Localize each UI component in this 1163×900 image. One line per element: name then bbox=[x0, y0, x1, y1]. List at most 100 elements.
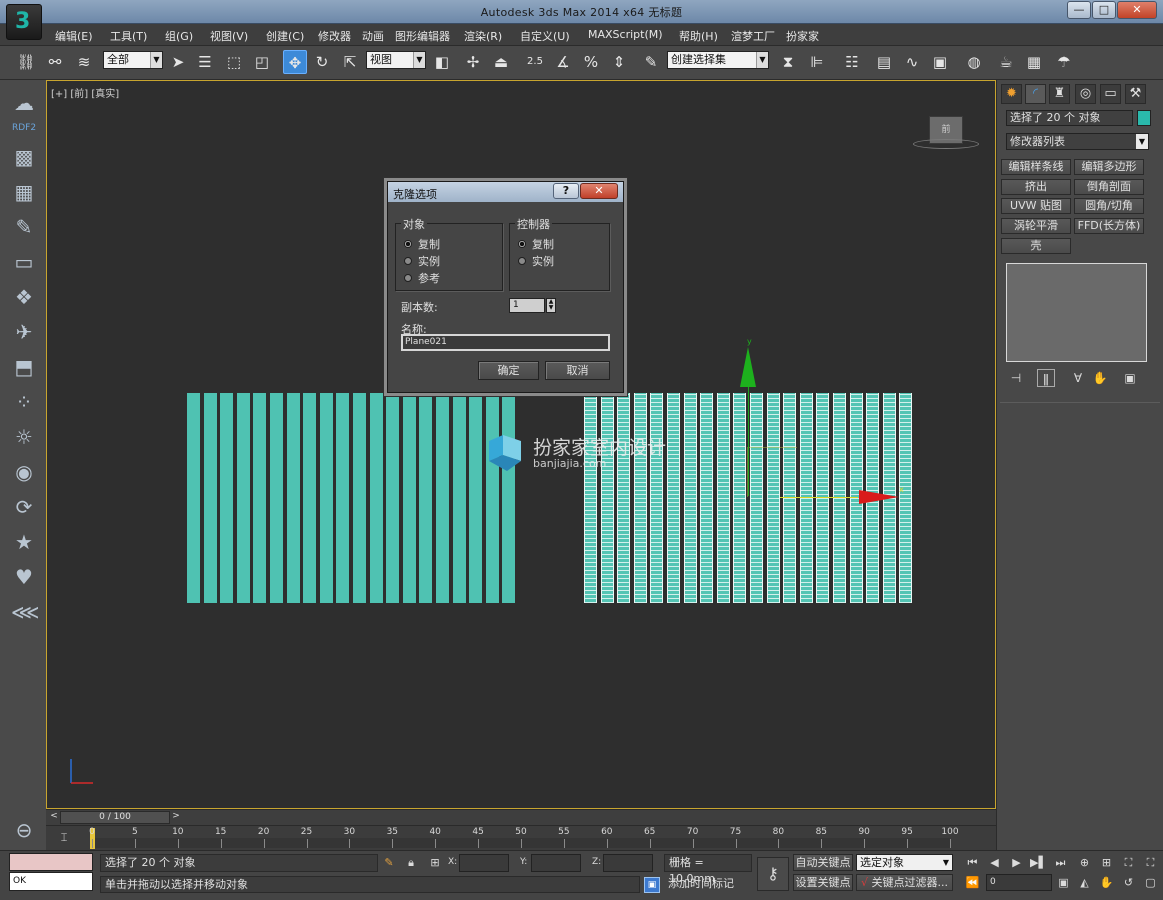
wood-slat[interactable] bbox=[220, 393, 234, 603]
wood-slat[interactable] bbox=[270, 393, 283, 603]
object-instance-radio[interactable]: 实例 bbox=[404, 253, 440, 268]
wood-slat[interactable] bbox=[816, 393, 830, 603]
manipulate-icon[interactable]: ✢ bbox=[461, 50, 485, 74]
wood-slat[interactable] bbox=[236, 393, 250, 603]
reference-coord-dropdown[interactable]: 视图 ▼ bbox=[366, 51, 426, 69]
add-time-tag-button[interactable]: 添加时间标记 bbox=[664, 876, 752, 893]
wood-slat[interactable] bbox=[452, 393, 466, 603]
wood-slat[interactable] bbox=[584, 393, 597, 603]
selection-name-field[interactable]: 选择了 20 个 对象 bbox=[1006, 110, 1133, 126]
percent-snap-icon[interactable]: % bbox=[579, 50, 603, 74]
show-end-result-icon[interactable]: ǁ bbox=[1037, 369, 1055, 387]
bevel-profile-button[interactable]: 倒角剖面 bbox=[1074, 179, 1144, 195]
move-gizmo-y-axis[interactable] bbox=[748, 376, 749, 496]
extrude-button[interactable]: 挤出 bbox=[1001, 179, 1071, 195]
motion-tab-icon[interactable]: ◎ bbox=[1075, 84, 1096, 104]
image-icon[interactable]: ▩ bbox=[11, 144, 37, 170]
edit-poly-button[interactable]: 编辑多边形 bbox=[1074, 159, 1144, 175]
wood-slat[interactable] bbox=[369, 393, 383, 603]
fillet-chamfer-button[interactable]: 圆角/切角 bbox=[1074, 198, 1144, 214]
move-gizmo-x-axis[interactable] bbox=[780, 497, 858, 498]
menu-rendering[interactable]: 渲染(R) bbox=[464, 28, 502, 44]
diamond-grid-icon[interactable]: ❖ bbox=[11, 284, 37, 310]
select-object-icon[interactable]: ➤ bbox=[166, 50, 190, 74]
hierarchy-tab-icon[interactable]: ♜ bbox=[1049, 84, 1070, 104]
utilities-tab-icon[interactable]: ⚒ bbox=[1125, 84, 1146, 104]
go-to-start-icon[interactable]: ⏮ bbox=[964, 854, 981, 871]
make-unique-icon[interactable]: ∀ bbox=[1069, 369, 1087, 387]
wood-slat[interactable] bbox=[353, 393, 366, 603]
copies-input[interactable]: 1 bbox=[509, 298, 545, 313]
close-button[interactable]: ✕ bbox=[1117, 1, 1157, 19]
scene-explorer-icon[interactable]: ▤ bbox=[872, 50, 896, 74]
cancel-button[interactable]: 取消 bbox=[545, 361, 610, 380]
airplane-icon[interactable]: ✈ bbox=[11, 319, 37, 345]
dialog-help-button[interactable]: ? bbox=[553, 183, 579, 199]
link-icon[interactable]: ⛓ bbox=[14, 50, 38, 74]
time-config-icon[interactable]: ▣ bbox=[1055, 874, 1072, 891]
time-next-button[interactable]: > bbox=[170, 811, 182, 824]
y-coordinate-field[interactable] bbox=[531, 854, 581, 872]
viewport-label[interactable]: [+] [前] [真实] bbox=[51, 85, 119, 100]
rdf-plugin-icon[interactable]: ☁ bbox=[11, 90, 37, 116]
edit-spline-button[interactable]: 编辑样条线 bbox=[1001, 159, 1071, 175]
configure-sets-icon[interactable]: ▣ bbox=[1121, 369, 1139, 387]
create-tab-icon[interactable]: ✹ bbox=[1001, 84, 1022, 104]
unlink-icon[interactable]: ⚯ bbox=[43, 50, 67, 74]
name-input[interactable]: Plane021 bbox=[401, 334, 610, 351]
camera-icon[interactable]: ◉ bbox=[11, 459, 37, 485]
minimize-button[interactable]: — bbox=[1067, 1, 1091, 19]
bind-spacewarp-icon[interactable]: ≋ bbox=[72, 50, 96, 74]
turbosmooth-button[interactable]: 涡轮平滑 bbox=[1001, 218, 1071, 234]
z-coordinate-field[interactable] bbox=[603, 854, 653, 872]
wood-slat[interactable] bbox=[502, 393, 516, 603]
wood-slat[interactable] bbox=[319, 393, 333, 603]
set-key-icon[interactable]: ⚷ bbox=[757, 857, 789, 891]
menu-help[interactable]: 帮助(H) bbox=[679, 28, 718, 44]
next-frame-icon[interactable]: ▶▌ bbox=[1030, 854, 1047, 871]
maximize-button[interactable]: □ bbox=[1092, 1, 1116, 19]
menu-banjiajia[interactable]: 扮家家 bbox=[786, 28, 819, 44]
time-slider-thumb[interactable]: 0 / 100 bbox=[60, 811, 170, 824]
wood-slat[interactable] bbox=[402, 393, 416, 603]
selection-lock-icon[interactable]: 🔒︎ bbox=[403, 854, 419, 872]
heart-icon[interactable]: ♥ bbox=[11, 564, 37, 590]
curve-editor-icon[interactable]: ∿ bbox=[900, 50, 924, 74]
controller-instance-radio[interactable]: 实例 bbox=[518, 253, 554, 268]
schematic-view-icon[interactable]: ▣ bbox=[928, 50, 952, 74]
wood-slat[interactable] bbox=[733, 393, 747, 603]
mirror-icon[interactable]: ⧗ bbox=[776, 50, 800, 74]
menu-maxscript[interactable]: MAXScript(M) bbox=[588, 28, 663, 41]
menu-modifiers[interactable]: 修改器 bbox=[318, 28, 351, 44]
wood-slat[interactable] bbox=[617, 393, 631, 603]
menu-graph-editors[interactable]: 图形编辑器 bbox=[395, 28, 450, 44]
wood-slat[interactable] bbox=[187, 393, 200, 603]
menu-group[interactable]: 组(G) bbox=[165, 28, 193, 44]
wood-slat[interactable] bbox=[253, 393, 267, 603]
menu-animation[interactable]: 动画 bbox=[362, 28, 384, 44]
key-mode-icon[interactable]: ⏪ bbox=[964, 874, 981, 891]
zoom-extents-all-icon[interactable]: ⛶ bbox=[1142, 854, 1159, 871]
remove-modifier-icon[interactable]: ✋ bbox=[1091, 369, 1109, 387]
spinner-snap-icon[interactable]: ⇕ bbox=[607, 50, 631, 74]
view-cube-ring[interactable] bbox=[913, 139, 979, 149]
track-bar-toggle-icon[interactable]: ⌶ bbox=[56, 830, 72, 846]
wood-slat[interactable] bbox=[750, 393, 763, 603]
copies-spinner[interactable]: ▲ ▼ bbox=[546, 298, 556, 313]
maxscript-listener-input[interactable] bbox=[9, 853, 93, 871]
zoom-all-icon[interactable]: ⊞ bbox=[1098, 854, 1115, 871]
key-filters-button[interactable]: √ 关键点过滤器... bbox=[856, 874, 953, 891]
wood-slat[interactable] bbox=[469, 393, 483, 603]
modifier-list-dropdown[interactable]: 修改器列表 ▼ bbox=[1006, 133, 1149, 150]
auto-key-button[interactable]: 自动关键点 bbox=[793, 854, 853, 871]
keyboard-shortcut-icon[interactable]: ⏏ bbox=[489, 50, 513, 74]
inbox-icon[interactable]: ⬒ bbox=[11, 354, 37, 380]
align-icon[interactable]: ⊫ bbox=[805, 50, 829, 74]
key-selection-dropdown[interactable]: 选定对象 ▼ bbox=[856, 854, 953, 871]
wood-slat[interactable] bbox=[203, 393, 217, 603]
selection-filter-dropdown[interactable]: 全部 ▼ bbox=[103, 51, 163, 69]
pin-stack-icon[interactable]: ⊣ bbox=[1007, 369, 1025, 387]
wood-slat[interactable] bbox=[419, 393, 433, 603]
wood-slat[interactable] bbox=[783, 393, 797, 603]
wood-slat[interactable] bbox=[766, 393, 780, 603]
